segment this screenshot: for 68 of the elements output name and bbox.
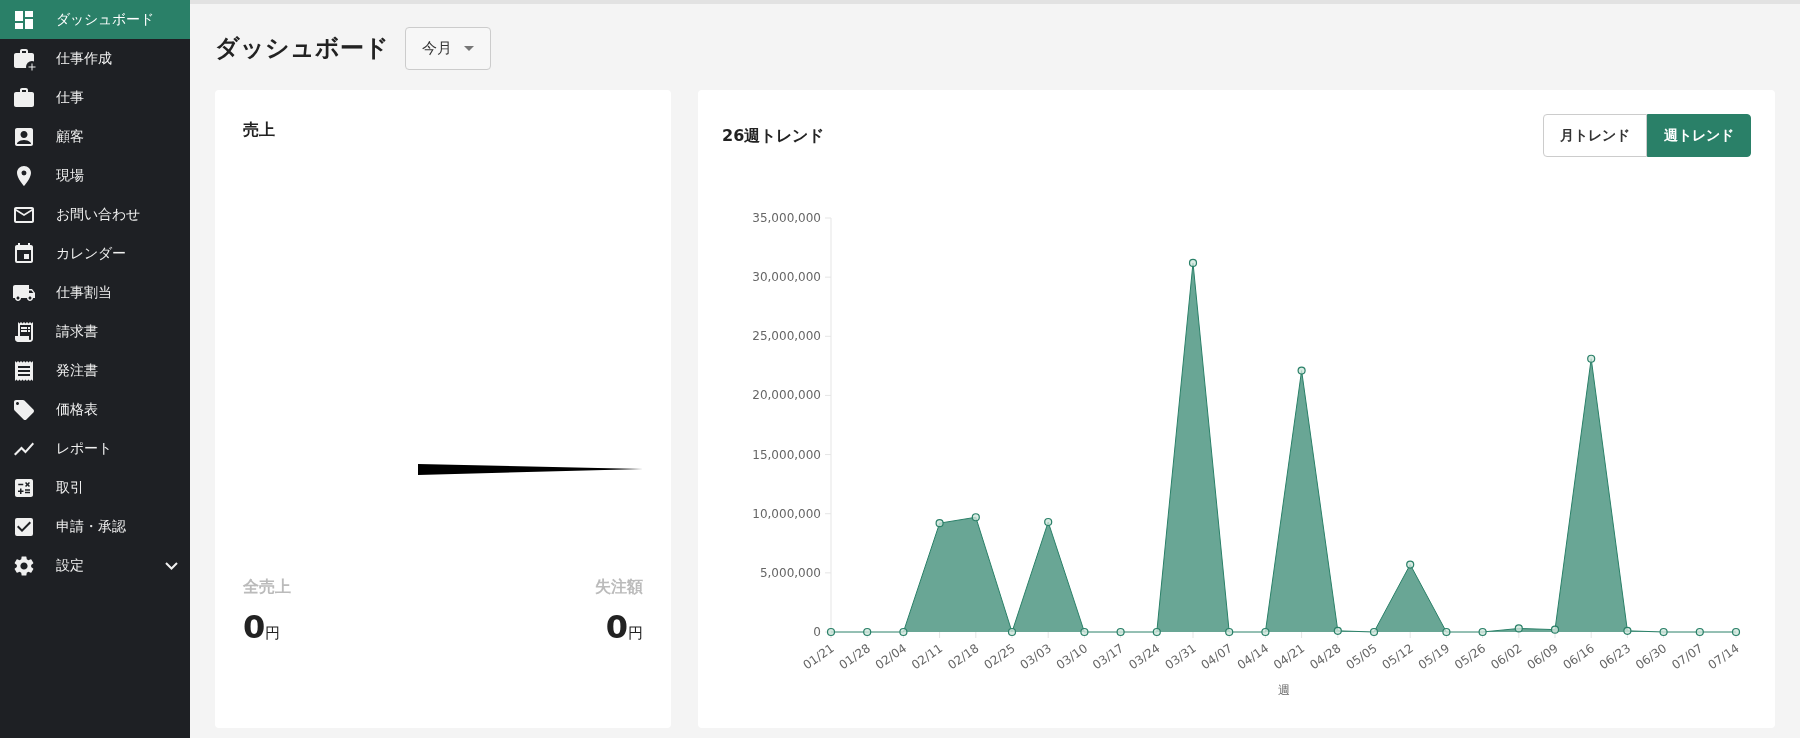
y-axis-label: 0: [813, 625, 821, 639]
sidebar-item[interactable]: 仕事: [0, 78, 190, 117]
data-point: [1406, 560, 1415, 569]
data-point: [1188, 258, 1198, 268]
data-point: [1044, 517, 1053, 527]
data-point: [1478, 627, 1487, 637]
data-point: [1297, 366, 1306, 375]
data-point: [1007, 627, 1017, 637]
y-axis-label: 15,000,000: [752, 447, 821, 462]
trend-toggle-tab[interactable]: 月トレンド: [1543, 114, 1647, 157]
data-point: [935, 519, 944, 528]
sidebar-item[interactable]: 発注書: [0, 351, 190, 390]
briefcase-plus-icon: [12, 46, 36, 71]
data-point: [1731, 627, 1741, 637]
y-axis-label: 25,000,000: [752, 329, 821, 344]
y-axis-label: 35,000,000: [752, 211, 821, 225]
card-title: 売上: [243, 119, 276, 141]
stat-value: 0円: [605, 611, 643, 643]
data-point: [1369, 627, 1379, 637]
sidebar-item[interactable]: 設定: [0, 546, 190, 585]
card-title: 26週トレンド: [722, 124, 825, 147]
data-point: [1152, 627, 1161, 637]
tag-icon: [12, 397, 36, 422]
briefcase-icon: [12, 85, 36, 110]
stat-label: 全売上: [243, 576, 291, 598]
y-axis-label: 30,000,000: [752, 270, 821, 285]
sidebar-item[interactable]: お問い合わせ: [0, 195, 190, 234]
trend-toggle-tab[interactable]: 週トレンド: [1647, 114, 1751, 157]
data-point: [1261, 627, 1270, 637]
sidebar-item[interactable]: カレンダー: [0, 234, 190, 273]
stat-value: 0円: [243, 611, 281, 643]
sidebar-item[interactable]: レポート: [0, 429, 190, 468]
data-point: [1442, 627, 1451, 637]
data-point: [1080, 627, 1089, 637]
document-list-icon: [12, 358, 36, 383]
data-point: [1695, 627, 1704, 637]
data-point: [1514, 624, 1523, 633]
data-point: [1587, 354, 1596, 363]
period-dropdown[interactable]: 今月: [405, 26, 491, 70]
sidebar-item[interactable]: 顧客: [0, 117, 190, 156]
sidebar-item[interactable]: ダッシュボード: [0, 0, 190, 39]
data-point: [899, 627, 908, 637]
y-axis-label: 20,000,000: [752, 388, 821, 403]
sidebar-item[interactable]: 請求書: [0, 312, 190, 351]
sidebar-item[interactable]: 取引: [0, 468, 190, 507]
caret-icon: [464, 45, 474, 51]
y-axis-label: 5,000,000: [759, 565, 821, 580]
calendar-icon: [12, 241, 36, 266]
sidebar-item[interactable]: 申請・承認: [0, 507, 190, 546]
y-axis-label: 10,000,000: [752, 506, 821, 521]
data-point: [1116, 627, 1125, 637]
sidebar-item[interactable]: 仕事作成: [0, 39, 190, 78]
stat-label: 失注額: [595, 576, 643, 598]
sidebar-item[interactable]: 現場: [0, 156, 190, 195]
data-point: [826, 627, 836, 637]
data-point: [1623, 626, 1632, 635]
settings-icon: [12, 553, 36, 578]
page-title: ダッシュボード: [215, 33, 389, 64]
data-point: [1550, 625, 1560, 634]
data-point: [1333, 626, 1342, 635]
sidebar-item[interactable]: 仕事割当: [0, 273, 190, 312]
x-axis-title: 週: [1277, 683, 1290, 697]
receipt-icon: [12, 319, 36, 344]
data-point: [1225, 627, 1234, 637]
data-point: [863, 627, 872, 637]
data-point: [1659, 627, 1668, 637]
sidebar-item[interactable]: 価格表: [0, 390, 190, 429]
data-point: [971, 513, 980, 522]
